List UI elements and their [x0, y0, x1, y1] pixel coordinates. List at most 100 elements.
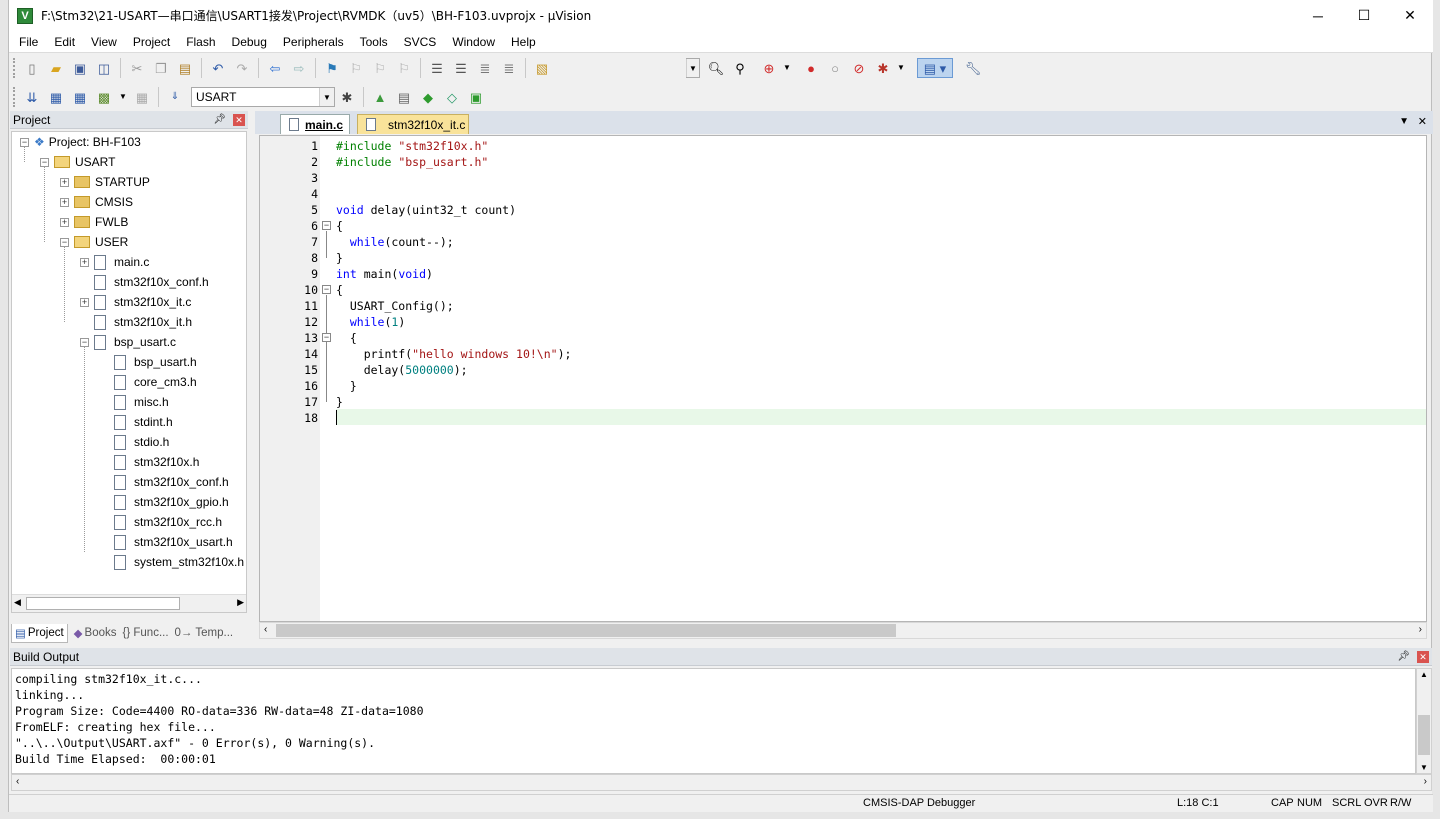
- navigate-back-icon[interactable]: ⇦: [265, 58, 285, 78]
- tab-stm32f10x-it-c[interactable]: stm32f10x_it.c: [357, 114, 469, 134]
- fold-toggle-icon[interactable]: −: [322, 333, 331, 342]
- tab-main-c[interactable]: main.c: [280, 114, 350, 134]
- menu-svcs[interactable]: SVCS: [396, 31, 445, 53]
- tree-root[interactable]: − ❖ Project: BH-F103: [20, 132, 141, 152]
- toolbar-grip[interactable]: [13, 87, 16, 107]
- code-line[interactable]: }: [336, 378, 357, 394]
- code-line[interactable]: {: [336, 282, 343, 298]
- window-layout-icon[interactable]: ▤ ▾: [917, 58, 953, 78]
- build-icon[interactable]: ▦: [46, 87, 66, 107]
- tree-group-startup[interactable]: + STARTUP: [60, 172, 150, 192]
- kill-all-breakpoints-icon[interactable]: ✱: [873, 58, 893, 78]
- code-line[interactable]: }: [336, 394, 343, 410]
- menu-project[interactable]: Project: [125, 31, 178, 53]
- tree-dep-file[interactable]: stm32f10x_gpio.h: [114, 492, 229, 512]
- run-time-environment-icon[interactable]: ◆: [418, 87, 438, 107]
- close-tab-icon[interactable]: ✕: [1418, 115, 1427, 128]
- tree-dep-file[interactable]: stm32f10x_usart.h: [114, 532, 233, 552]
- clear-bookmarks-icon[interactable]: ⚐: [394, 58, 414, 78]
- find-combo[interactable]: ▼: [686, 58, 700, 78]
- editor-hscrollbar[interactable]: ‹ ›: [259, 622, 1427, 639]
- tab-project[interactable]: ▤ Project: [11, 623, 68, 643]
- unindent-icon[interactable]: ☰: [451, 58, 471, 78]
- close-pane-icon[interactable]: ✕: [233, 114, 245, 126]
- rebuild-icon[interactable]: ▦: [70, 87, 90, 107]
- cut-icon[interactable]: ✂: [127, 58, 147, 78]
- code-line[interactable]: while(1): [336, 314, 405, 330]
- tree-dep-file[interactable]: bsp_usart.h: [114, 352, 197, 372]
- close-window-button[interactable]: ✕: [1387, 0, 1433, 31]
- build-output-text[interactable]: compiling stm32f10x_it.c... linking... P…: [11, 668, 1416, 774]
- indent-icon[interactable]: ☰: [427, 58, 447, 78]
- tab-templates[interactable]: 0→ Temp...: [175, 627, 234, 639]
- menu-help[interactable]: Help: [503, 31, 544, 53]
- menu-debug[interactable]: Debug: [224, 31, 275, 53]
- tree-target[interactable]: − USART: [40, 152, 115, 172]
- code-line[interactable]: void delay(uint32_t count): [336, 202, 516, 218]
- manage-components-icon[interactable]: ▲: [370, 87, 390, 107]
- open-file-icon[interactable]: ▰: [46, 58, 66, 78]
- code-line[interactable]: int main(void): [336, 266, 433, 282]
- paste-icon[interactable]: ▤: [175, 58, 195, 78]
- tree-group-user[interactable]: − USER: [60, 232, 128, 252]
- fold-toggle-icon[interactable]: −: [322, 221, 331, 230]
- tree-file-it-h[interactable]: stm32f10x_it.h: [94, 312, 192, 332]
- code-line[interactable]: }: [336, 250, 343, 266]
- tree-file-conf-h[interactable]: stm32f10x_conf.h: [94, 272, 209, 292]
- undo-icon[interactable]: ↶: [208, 58, 228, 78]
- tree-dep-file[interactable]: stdint.h: [114, 412, 173, 432]
- disable-breakpoint-icon[interactable]: ○: [825, 58, 845, 78]
- code-line[interactable]: #include "bsp_usart.h": [336, 154, 488, 170]
- tree-group-fwlb[interactable]: + FWLB: [60, 212, 128, 232]
- close-pane-icon[interactable]: ✕: [1417, 651, 1429, 663]
- tree-dep-file[interactable]: stm32f10x_conf.h: [114, 472, 229, 492]
- copy-icon[interactable]: ❐: [151, 58, 171, 78]
- batch-dropdown-icon[interactable]: ▼: [118, 87, 128, 107]
- build-hscrollbar[interactable]: ‹ ›: [11, 774, 1432, 791]
- tree-dep-file[interactable]: stdio.h: [114, 432, 169, 452]
- toolbar-grip[interactable]: [13, 58, 16, 78]
- tree-dep-file[interactable]: system_stm32f10x.h: [114, 552, 244, 572]
- tree-file-it-c[interactable]: + stm32f10x_it.c: [80, 292, 191, 312]
- tree-dep-file[interactable]: stm32f10x.h: [114, 452, 199, 472]
- tab-list-dropdown-icon[interactable]: ▼: [1399, 116, 1409, 127]
- build-vscrollbar[interactable]: ▲ ▼: [1416, 668, 1432, 774]
- target-options-icon[interactable]: ✱: [337, 87, 357, 107]
- breakpoint-dropdown-icon[interactable]: ▼: [891, 58, 911, 78]
- breakpoint-icon[interactable]: ●: [801, 58, 821, 78]
- fold-toggle-icon[interactable]: −: [322, 285, 331, 294]
- pack-installer-icon[interactable]: ◇: [442, 87, 462, 107]
- tree-group-cmsis[interactable]: + CMSIS: [60, 192, 133, 212]
- code-line[interactable]: {: [336, 218, 343, 234]
- navigate-forward-icon[interactable]: ⇨: [289, 58, 309, 78]
- tree-hscrollbar[interactable]: ◀ ▶: [12, 594, 246, 612]
- manage-project-items-icon[interactable]: ▤: [394, 87, 414, 107]
- redo-icon[interactable]: ↷: [232, 58, 252, 78]
- save-all-icon[interactable]: ◫: [94, 58, 114, 78]
- build-vscroll-thumb[interactable]: [1418, 715, 1430, 755]
- download-icon[interactable]: ⇓: [165, 87, 185, 107]
- menu-edit[interactable]: Edit: [46, 31, 83, 53]
- tree-dep-file[interactable]: core_cm3.h: [114, 372, 197, 392]
- code-editor[interactable]: 1 2 3 4 5 6 7 8 9 10 11 12 13 14 15 16 17 18 #include "st…: [259, 135, 1427, 622]
- tab-books[interactable]: ◆ Books: [74, 626, 117, 640]
- tree-hscroll-thumb[interactable]: [26, 597, 180, 610]
- tab-functions[interactable]: {} Func...: [123, 627, 169, 639]
- translate-icon[interactable]: ⇊: [22, 87, 42, 107]
- find-in-files-icon[interactable]: ▧: [532, 58, 552, 78]
- tree-file-main-c[interactable]: + main.c: [80, 252, 149, 272]
- tree-dep-file[interactable]: misc.h: [114, 392, 169, 412]
- code-line[interactable]: USART_Config();: [336, 298, 454, 314]
- batch-build-icon[interactable]: ▩: [94, 87, 114, 107]
- bookmark-icon[interactable]: ⚑: [322, 58, 342, 78]
- editor-hscroll-thumb[interactable]: [276, 624, 896, 637]
- select-software-packs-icon[interactable]: ▣: [466, 87, 486, 107]
- code-line[interactable]: printf("hello windows 10!\n");: [336, 346, 572, 362]
- pin-icon[interactable]: 📌︎: [213, 111, 226, 129]
- stop-build-icon[interactable]: ▦: [132, 87, 152, 107]
- menu-window[interactable]: Window: [444, 31, 503, 53]
- menu-flash[interactable]: Flash: [178, 31, 223, 53]
- menu-peripherals[interactable]: Peripherals: [275, 31, 352, 53]
- menu-file[interactable]: File: [11, 31, 46, 53]
- save-icon[interactable]: ▣: [70, 58, 90, 78]
